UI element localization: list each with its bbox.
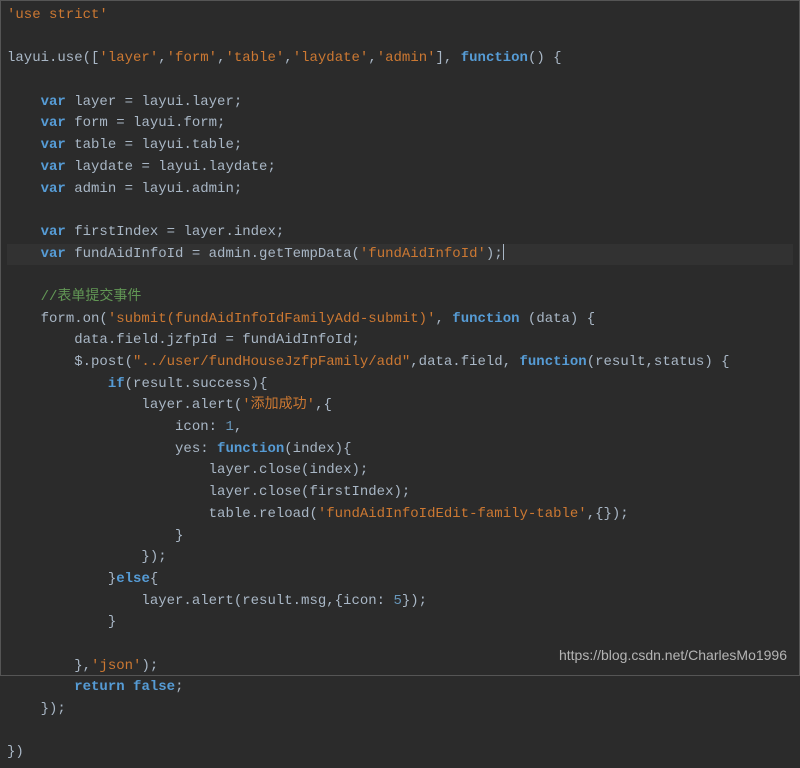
code-line: }); (141, 549, 166, 565)
highlighted-line: var fundAidInfoId = admin.getTempData('f… (7, 244, 793, 266)
code-line: layer = layui.layer; (66, 94, 242, 110)
code-line: admin = layui.admin; (66, 181, 242, 197)
code-line: layui.use(['layer','form','table','layda… (7, 50, 562, 66)
keyword-var: var (41, 159, 66, 175)
code-line: table.reload('fundAidInfoIdEdit-family-t… (209, 506, 629, 522)
code-line: }else{ (108, 571, 158, 587)
text-cursor (503, 244, 504, 260)
keyword-var: var (41, 137, 66, 153)
keyword-var: var (41, 115, 66, 131)
keyword-var: var (41, 224, 66, 240)
code-line: icon: 1, (175, 419, 242, 435)
code-line: firstIndex = layer.index; (66, 224, 284, 240)
code-line: } (108, 614, 116, 630)
code-line: data.field.jzfpId = fundAidInfoId; (74, 332, 360, 348)
code-line: $.post("../user/fundHouseJzfpFamily/add"… (74, 354, 729, 370)
code-line: yes: function(index){ (175, 441, 351, 457)
code-line: }); (41, 701, 66, 717)
watermark: https://blog.csdn.net/CharlesMo1996 (559, 645, 787, 667)
code-line: table = layui.table; (66, 137, 242, 153)
code-line: if(result.success){ (108, 376, 268, 392)
code-line: }) (7, 744, 24, 760)
code-line: layer.close(index); (209, 462, 369, 478)
code-line: layer.alert('添加成功',{ (141, 397, 331, 413)
code-line: form = layui.form; (66, 115, 226, 131)
code-line: },'json'); (74, 658, 158, 674)
keyword-var: var (41, 181, 66, 197)
code-line: layer.close(firstIndex); (209, 484, 411, 500)
comment: //表单提交事件 (41, 289, 142, 305)
code-line: laydate = layui.laydate; (66, 159, 276, 175)
keyword-var: var (41, 94, 66, 110)
code-line: return false; (74, 679, 183, 695)
code-line: 'use strict' (7, 7, 108, 23)
code-line: } (175, 528, 183, 544)
code-line: layer.alert(result.msg,{icon: 5}); (141, 593, 427, 609)
keyword-var: var (41, 246, 66, 262)
code-line: form.on('submit(fundAidInfoIdFamilyAdd-s… (41, 311, 596, 327)
